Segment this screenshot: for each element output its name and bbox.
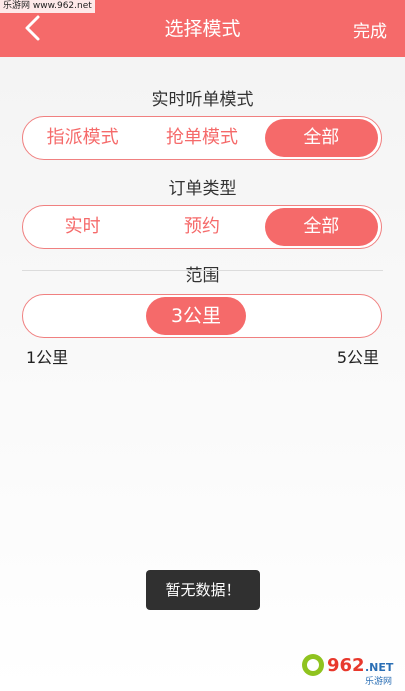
logo-subtitle: 乐游网 [365,675,392,687]
listen-mode-option-assign[interactable]: 指派模式 [26,119,139,157]
range-min-label: 1公里 [26,348,69,367]
page-title: 选择模式 [164,18,241,40]
watermark-text: 乐游网 www.962.net [0,0,95,13]
order-type-option-all[interactable]: 全部 [264,208,378,246]
toast-message: 暂无数据！ [146,570,260,610]
logo-number: 962 [327,655,365,676]
range-slider-knob[interactable]: 3公里 [146,297,246,335]
range-divider [22,270,383,271]
listen-mode-selector: 指派模式 抢单模式 全部 [22,116,382,160]
done-button[interactable]: 完成 [353,17,387,42]
listen-mode-option-all[interactable]: 全部 [264,119,378,157]
site-logo: 962 .NET 乐游网 [299,645,399,687]
range-title: 范围 [185,266,220,286]
range-slider-track[interactable]: 3公里 [22,294,382,338]
order-type-selector: 实时 预约 全部 [22,205,382,249]
order-type-option-reserve[interactable]: 预约 [145,208,258,246]
order-type-option-realtime[interactable]: 实时 [26,208,139,246]
range-max-label: 5公里 [336,348,379,367]
order-type-title: 订单类型 [168,179,237,199]
logo-mark-icon: 962 .NET 乐游网 [302,654,394,687]
logo-suffix: .NET [365,661,394,674]
listen-mode-title: 实时听单模式 [151,90,254,110]
listen-mode-option-grab[interactable]: 抢单模式 [145,119,258,157]
